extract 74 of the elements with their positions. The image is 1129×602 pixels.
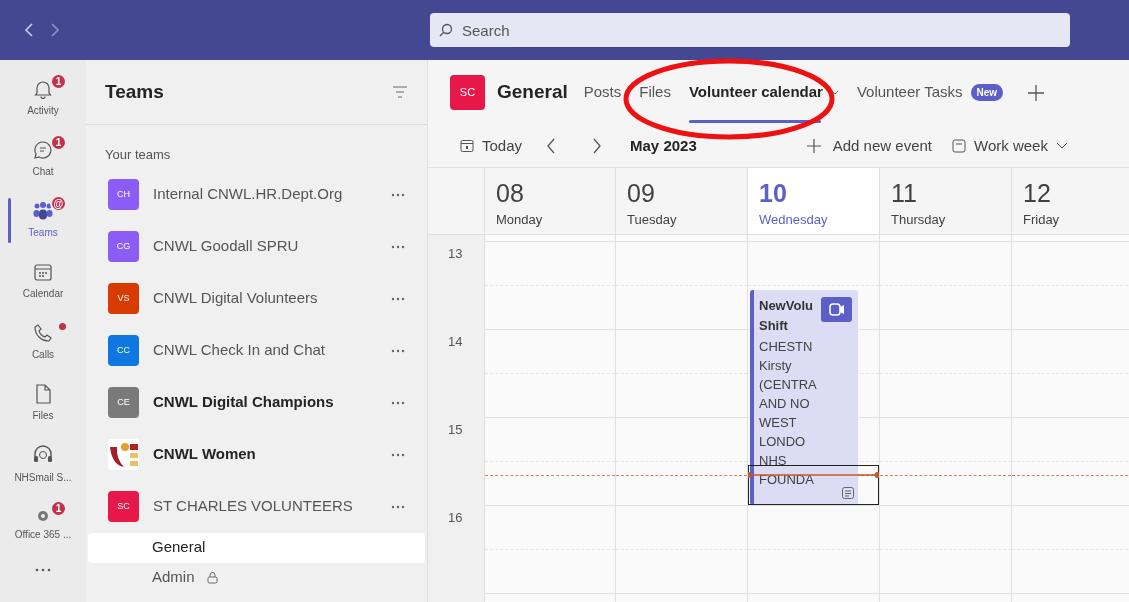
hour-label: 14: [448, 334, 463, 349]
team-item[interactable]: CNWL Women: [86, 428, 427, 481]
forward-icon[interactable]: [50, 22, 60, 38]
channel-name: General: [497, 80, 568, 105]
notification-badge: 1: [50, 134, 67, 151]
new-badge: New: [970, 84, 1004, 101]
chevron-down-icon: [1055, 142, 1068, 150]
notification-badge: 1: [50, 500, 67, 517]
more-options-icon[interactable]: [391, 400, 405, 405]
team-avatar: VS: [108, 283, 139, 314]
note-icon: [842, 487, 854, 499]
rail-item[interactable]: NHSmail S...: [0, 434, 86, 495]
people-icon: [32, 201, 54, 221]
event-card[interactable]: NewVolu Shift CHESTN Kirsty (CENTRA AND NO WEST LONDO NHS FOUNDA: [750, 290, 858, 505]
team-avatar: CE: [108, 387, 139, 418]
more-options-icon[interactable]: [391, 452, 405, 457]
phone-icon: [33, 323, 53, 343]
hour-label: 15: [448, 422, 463, 437]
notification-badge: 1: [50, 73, 67, 90]
more-icon[interactable]: [35, 568, 51, 572]
section-label: Your teams: [104, 146, 172, 164]
rail-item[interactable]: Teams @: [0, 190, 86, 251]
team-avatar: CG: [108, 231, 139, 262]
team-item[interactable]: CG CNWL Goodall SPRU: [86, 220, 427, 273]
next-icon[interactable]: [592, 138, 603, 154]
calendar-today-icon: [460, 139, 474, 153]
gear-icon: [36, 509, 50, 523]
back-icon[interactable]: [24, 22, 34, 38]
more-options-icon[interactable]: [391, 296, 405, 301]
chat-icon: [33, 140, 53, 160]
view-icon: [952, 139, 966, 153]
today-button[interactable]: Today: [460, 134, 523, 158]
view-picker[interactable]: Work week: [952, 134, 1068, 158]
add-event-button[interactable]: Add new event: [806, 134, 932, 158]
tab[interactable]: Files: [639, 60, 671, 125]
meeting-icon[interactable]: [821, 297, 852, 322]
calendar-icon: [33, 262, 53, 282]
bell-icon: [33, 79, 53, 99]
search-icon: [439, 23, 453, 37]
more-options-icon[interactable]: [391, 348, 405, 353]
team-avatar: CC: [108, 335, 139, 366]
rail-item[interactable]: Calls: [0, 312, 86, 373]
rail-item[interactable]: Chat 1: [0, 129, 86, 190]
team-avatar: SC: [108, 491, 139, 522]
more-options-icon[interactable]: [391, 192, 405, 197]
team-avatar: CH: [108, 179, 139, 210]
hour-label: 16: [448, 510, 463, 525]
more-options-icon[interactable]: [391, 504, 405, 509]
previous-icon[interactable]: [546, 138, 557, 154]
more-options-icon[interactable]: [391, 244, 405, 249]
notification-badge: @: [50, 195, 67, 212]
rail-item[interactable]: Office 365 ... 1: [0, 495, 86, 556]
channel-item[interactable]: Admin: [88, 562, 425, 593]
tab[interactable]: Posts: [583, 60, 622, 125]
search-field[interactable]: Search: [430, 13, 1070, 47]
panel-title: Teams: [105, 79, 164, 104]
team-item[interactable]: VS CNWL Digital Volunteers: [86, 272, 427, 325]
team-item[interactable]: CE CNWL Digital Champions: [86, 376, 427, 429]
rail-item[interactable]: Files: [0, 373, 86, 434]
team-item[interactable]: SC ST CHARLES VOLUNTEERS: [86, 480, 427, 533]
day-header: 10 Wednesday: [748, 168, 879, 235]
hour-label: 13: [448, 246, 463, 261]
add-tab-icon[interactable]: [1027, 83, 1046, 102]
tab[interactable]: Volunteer calendar: [688, 60, 839, 125]
channel-item[interactable]: General: [88, 532, 425, 563]
file-icon: [34, 384, 52, 404]
team-item[interactable]: CH Internal CNWL.HR.Dept.Org: [86, 168, 427, 221]
channel-avatar: SC: [450, 75, 485, 110]
rail-item[interactable]: Calendar: [0, 251, 86, 312]
plus-icon: [806, 139, 821, 153]
rail-item[interactable]: Activity 1: [0, 68, 86, 129]
month-picker[interactable]: May 2023: [630, 134, 697, 158]
tab[interactable]: Volunteer Tasks New: [856, 60, 1004, 125]
team-item[interactable]: CC CNWL Check In and Chat: [86, 324, 427, 377]
